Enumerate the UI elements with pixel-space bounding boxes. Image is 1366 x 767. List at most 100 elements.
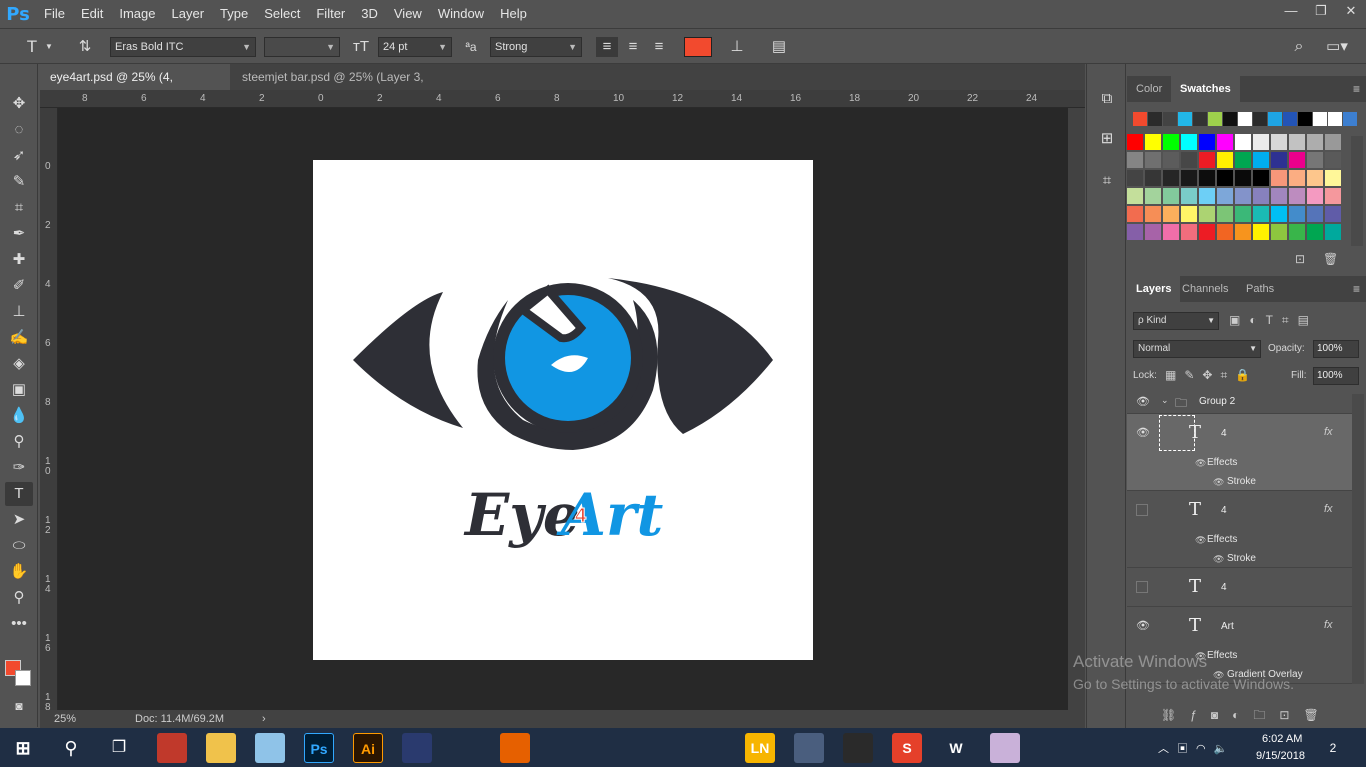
swatch[interactable]: [1133, 112, 1147, 126]
pen-tool-icon[interactable]: ✑: [5, 456, 33, 480]
tray-icons[interactable]: ︿▣◠🔈: [1158, 740, 1235, 756]
layer-group-row[interactable]: 👁 ⌄ 🗀 Group 2: [1127, 390, 1352, 414]
warp-text-icon[interactable]: ⊥: [726, 37, 748, 57]
ship-app-icon[interactable]: [794, 733, 824, 763]
layers-scrollbar[interactable]: [1352, 394, 1364, 684]
media-app-icon[interactable]: [843, 733, 873, 763]
swatch[interactable]: [1325, 134, 1341, 150]
swatch[interactable]: [1181, 188, 1197, 204]
menu-filter[interactable]: Filter: [308, 0, 353, 28]
font-family-select[interactable]: Eras Bold ITC ▼: [110, 37, 256, 57]
swatch[interactable]: [1127, 206, 1143, 222]
swatch[interactable]: [1307, 134, 1323, 150]
menu-select[interactable]: Select: [256, 0, 308, 28]
swatch[interactable]: [1127, 188, 1143, 204]
align-right-icon[interactable]: ≡: [648, 37, 670, 57]
s-app-icon[interactable]: S: [892, 733, 922, 763]
swatch[interactable]: [1199, 134, 1215, 150]
fill-field[interactable]: 100%: [1313, 367, 1359, 385]
menu-image[interactable]: Image: [111, 0, 163, 28]
swatch[interactable]: [1148, 112, 1162, 126]
swatch[interactable]: [1199, 206, 1215, 222]
chevron-down-icon[interactable]: ▼: [44, 37, 54, 57]
layer-name[interactable]: 4: [1221, 505, 1227, 516]
text-orientation-icon[interactable]: ⇅: [74, 37, 96, 57]
swatch[interactable]: [1253, 112, 1267, 126]
swatch[interactable]: [1253, 188, 1269, 204]
effect-eye-icon[interactable]: 👁: [1213, 477, 1224, 488]
swatch[interactable]: [1325, 152, 1341, 168]
swatch[interactable]: [1298, 112, 1312, 126]
more-tools-icon[interactable]: •••: [5, 612, 33, 636]
tab-swatches[interactable]: Swatches: [1171, 76, 1240, 102]
swatch[interactable]: [1163, 206, 1179, 222]
panel-menu-icon[interactable]: ≡: [1353, 282, 1360, 296]
swatch[interactable]: [1307, 206, 1323, 222]
marquee-tool-icon[interactable]: ◌: [5, 118, 33, 142]
swatch[interactable]: [1343, 112, 1357, 126]
swatch[interactable]: [1145, 224, 1161, 240]
swatch[interactable]: [1307, 224, 1323, 240]
align-center-icon[interactable]: ≡: [622, 37, 644, 57]
layer-row[interactable]: T4: [1127, 568, 1352, 607]
background-color-swatch[interactable]: [15, 670, 31, 686]
swatch[interactable]: [1163, 134, 1179, 150]
zoom-level[interactable]: 25%: [54, 710, 76, 728]
dodge-tool-icon[interactable]: ⚲: [5, 430, 33, 454]
path-selection-tool-icon[interactable]: ➤: [5, 508, 33, 532]
swatch[interactable]: [1271, 134, 1287, 150]
paint-app-icon[interactable]: [157, 733, 187, 763]
swatch[interactable]: [1145, 188, 1161, 204]
crop-tool-icon[interactable]: ⌗: [5, 196, 33, 220]
swatch[interactable]: [1328, 112, 1342, 126]
layer-name[interactable]: 4: [1221, 582, 1227, 593]
swatch[interactable]: [1289, 188, 1305, 204]
minimize-button[interactable]: —: [1276, 0, 1306, 22]
swatch[interactable]: [1199, 152, 1215, 168]
swatch[interactable]: [1235, 206, 1251, 222]
tab-color[interactable]: Color: [1127, 76, 1171, 102]
windows-start-icon[interactable]: ⊞: [8, 733, 38, 763]
canvas-scrollbar[interactable]: [1068, 108, 1085, 710]
swatch[interactable]: [1163, 170, 1179, 186]
quick-selection-tool-icon[interactable]: ✎: [5, 170, 33, 194]
healing-brush-tool-icon[interactable]: ✚: [5, 248, 33, 272]
swatch[interactable]: [1325, 170, 1341, 186]
eraser-app-icon[interactable]: [990, 733, 1020, 763]
workspace-icon[interactable]: ▭▾: [1322, 37, 1352, 57]
fx-icon[interactable]: fx: [1324, 619, 1333, 631]
opera-icon[interactable]: [451, 733, 481, 763]
effects-eye-icon[interactable]: 👁: [1195, 458, 1206, 469]
photos-app-icon[interactable]: [1039, 733, 1069, 763]
tab-steemjet-bar[interactable]: steemjet bar.psd @ 25% (Layer 3, RGB/8)×: [232, 64, 482, 110]
layer-kind-filter[interactable]: ρ Kind ▼: [1133, 312, 1219, 330]
tab-paths[interactable]: Paths: [1237, 276, 1283, 302]
visibility-toggle[interactable]: [1136, 581, 1148, 593]
swatch[interactable]: [1253, 170, 1269, 186]
swatch[interactable]: [1181, 170, 1197, 186]
swatch[interactable]: [1235, 224, 1251, 240]
history-panel-icon[interactable]: ⧉: [1096, 88, 1118, 110]
hand-tool-icon[interactable]: ✋: [5, 560, 33, 584]
align-left-icon[interactable]: ≡: [596, 37, 618, 57]
ellipse-tool-icon[interactable]: ⬭: [5, 534, 33, 558]
effect-eye-icon[interactable]: 👁: [1213, 554, 1224, 565]
visibility-toggle[interactable]: [1136, 504, 1148, 516]
menu-file[interactable]: File: [36, 0, 73, 28]
swatch[interactable]: [1307, 188, 1323, 204]
swatch[interactable]: [1235, 152, 1251, 168]
quick-mask-icon[interactable]: ◙: [5, 694, 33, 718]
swatch[interactable]: [1289, 152, 1305, 168]
swatch[interactable]: [1235, 170, 1251, 186]
chevron-down-icon[interactable]: ⌄: [1161, 395, 1169, 406]
swatch[interactable]: [1235, 188, 1251, 204]
swatch[interactable]: [1289, 170, 1305, 186]
swatch[interactable]: [1253, 224, 1269, 240]
swatch[interactable]: [1163, 188, 1179, 204]
leaf-app-icon[interactable]: [696, 733, 726, 763]
swatch[interactable]: [1127, 170, 1143, 186]
swatch[interactable]: [1163, 224, 1179, 240]
character-panel-icon[interactable]: ▤: [768, 37, 790, 57]
swatch[interactable]: [1181, 206, 1197, 222]
notepad-app-icon[interactable]: [255, 733, 285, 763]
